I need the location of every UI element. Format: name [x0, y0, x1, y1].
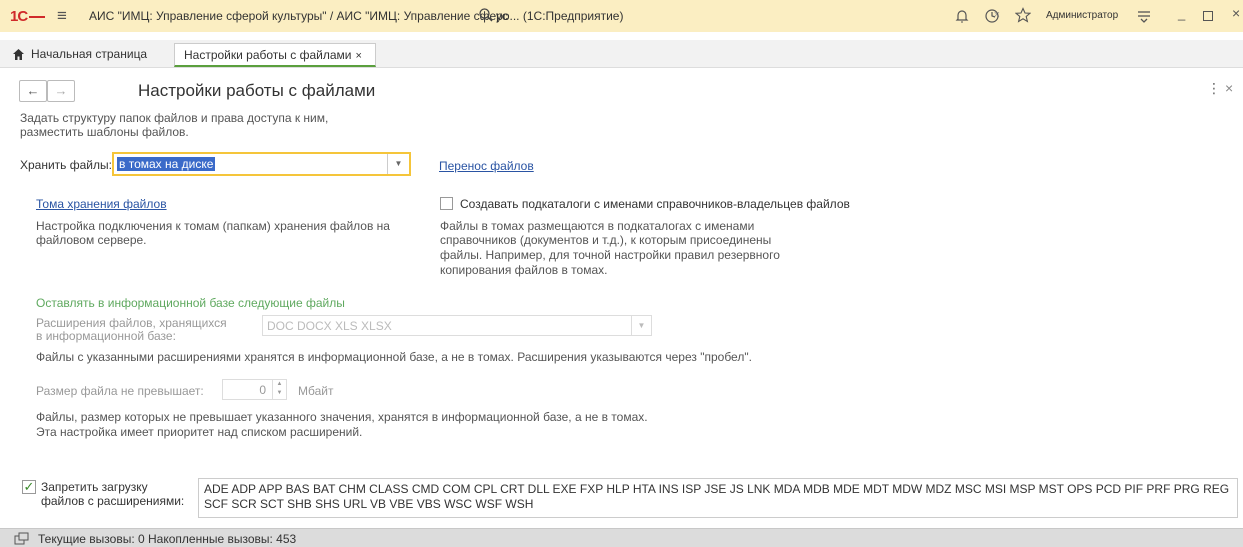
form-description-1: Задать структуру папок файлов и права до…	[20, 111, 329, 125]
subdir-desc-3: файлы. Например, для точной настройки пр…	[440, 248, 780, 262]
tab-file-settings[interactable]: Настройки работы с файлами ×	[174, 43, 376, 67]
store-files-label: Хранить файлы:	[20, 158, 112, 172]
minimize-icon[interactable]: _	[1178, 6, 1185, 21]
more-actions-icon[interactable]: ⋮	[1207, 80, 1221, 97]
tab-close-icon[interactable]: ×	[355, 50, 361, 62]
file-size-desc-1: Файлы, размер которых не превышает указа…	[36, 410, 648, 424]
search-field[interactable]: ус ×	[478, 6, 1000, 26]
close-form-icon[interactable]: ×	[1225, 80, 1233, 96]
subdir-checkbox[interactable]	[440, 197, 453, 210]
forbidden-extensions-field[interactable]: ADE ADP APP BAS BAT CHM CLASS CMD COM CP…	[198, 478, 1238, 518]
chevron-down-icon[interactable]: ▼	[387, 154, 409, 174]
forbid-label-2: файлов с расширениями:	[41, 494, 185, 508]
store-files-select[interactable]: в томах на диске ▼	[112, 152, 411, 176]
search-input[interactable]: ус	[496, 9, 508, 23]
extensions-label-1: Расширения файлов, хранящихся	[36, 316, 227, 330]
page-title: Настройки работы с файлами	[138, 81, 376, 100]
extensions-value: DOC DOCX XLS XLSX	[267, 319, 392, 333]
keep-files-header: Оставлять в информационной базе следующи…	[36, 296, 345, 310]
forward-button[interactable]: →	[47, 80, 75, 102]
status-text: Текущие вызовы: 0 Накопленные вызовы: 45…	[38, 532, 297, 546]
volumes-desc-1: Настройка подключения к томам (папкам) х…	[36, 219, 390, 233]
title-bar: 1С ≡ АИС "ИМЦ: Управление сферой культур…	[0, 0, 1243, 32]
form-description-2: разместить шаблоны файлов.	[20, 125, 189, 139]
file-size-desc-2: Эта настройка имеет приоритет над списко…	[36, 425, 363, 439]
forbid-label-1: Запретить загрузку	[41, 480, 148, 494]
tab-home[interactable]: Начальная страница	[12, 47, 147, 61]
home-icon	[13, 48, 24, 60]
1c-logo[interactable]: 1С	[10, 8, 46, 25]
extensions-select[interactable]: DOC DOCX XLS XLSX ▼	[262, 315, 652, 336]
user-name[interactable]: Администратор	[1046, 10, 1118, 21]
forbid-upload-checkbox[interactable]: ✓	[22, 480, 36, 494]
maximize-icon[interactable]	[1203, 11, 1213, 21]
volumes-link[interactable]: Тома хранения файлов	[36, 197, 167, 211]
extensions-label-2: в информационной базе:	[36, 329, 176, 343]
bell-icon[interactable]	[954, 8, 970, 24]
back-button[interactable]: ←	[19, 80, 47, 102]
transfer-files-link[interactable]: Перенос файлов	[439, 159, 534, 173]
tab-file-settings-label: Настройки работы с файлами	[184, 48, 352, 62]
tabs-bar: Начальная страница Настройки работы с фа…	[0, 40, 1243, 68]
star-icon[interactable]	[1015, 7, 1031, 23]
subdir-desc-2: справочников (документов и т.д.), к кото…	[440, 233, 772, 247]
file-size-value: 0	[259, 383, 266, 397]
chevron-down-icon[interactable]: ▼	[631, 316, 651, 335]
search-icon	[479, 8, 493, 22]
volumes-desc-2: файловом сервере.	[36, 233, 147, 247]
file-size-unit: Мбайт	[298, 384, 334, 398]
calls-icon[interactable]	[14, 532, 30, 546]
file-size-input[interactable]: 0 ▲ ▼	[222, 379, 287, 400]
main-menu-icon[interactable]: ≡	[57, 6, 67, 26]
history-icon[interactable]	[984, 8, 1000, 24]
tab-home-label: Начальная страница	[31, 47, 148, 61]
subdir-desc-1: Файлы в томах размещаются в подкаталогах…	[440, 219, 755, 233]
stepper-icon[interactable]: ▲ ▼	[272, 380, 286, 399]
close-window-icon[interactable]: ×	[1232, 5, 1240, 21]
status-bar: Текущие вызовы: 0 Накопленные вызовы: 45…	[0, 528, 1243, 547]
extensions-desc: Файлы с указанными расширениями хранятся…	[36, 350, 752, 364]
file-size-label: Размер файла не превышает:	[36, 384, 204, 398]
subdir-label[interactable]: Создавать подкаталоги с именами справочн…	[460, 197, 850, 211]
subdir-desc-4: копирования файлов в томах.	[440, 263, 608, 277]
store-files-value: в томах на диске	[117, 157, 216, 171]
logo-text: 1С	[10, 8, 28, 25]
settings-menu-icon[interactable]	[1136, 8, 1152, 24]
